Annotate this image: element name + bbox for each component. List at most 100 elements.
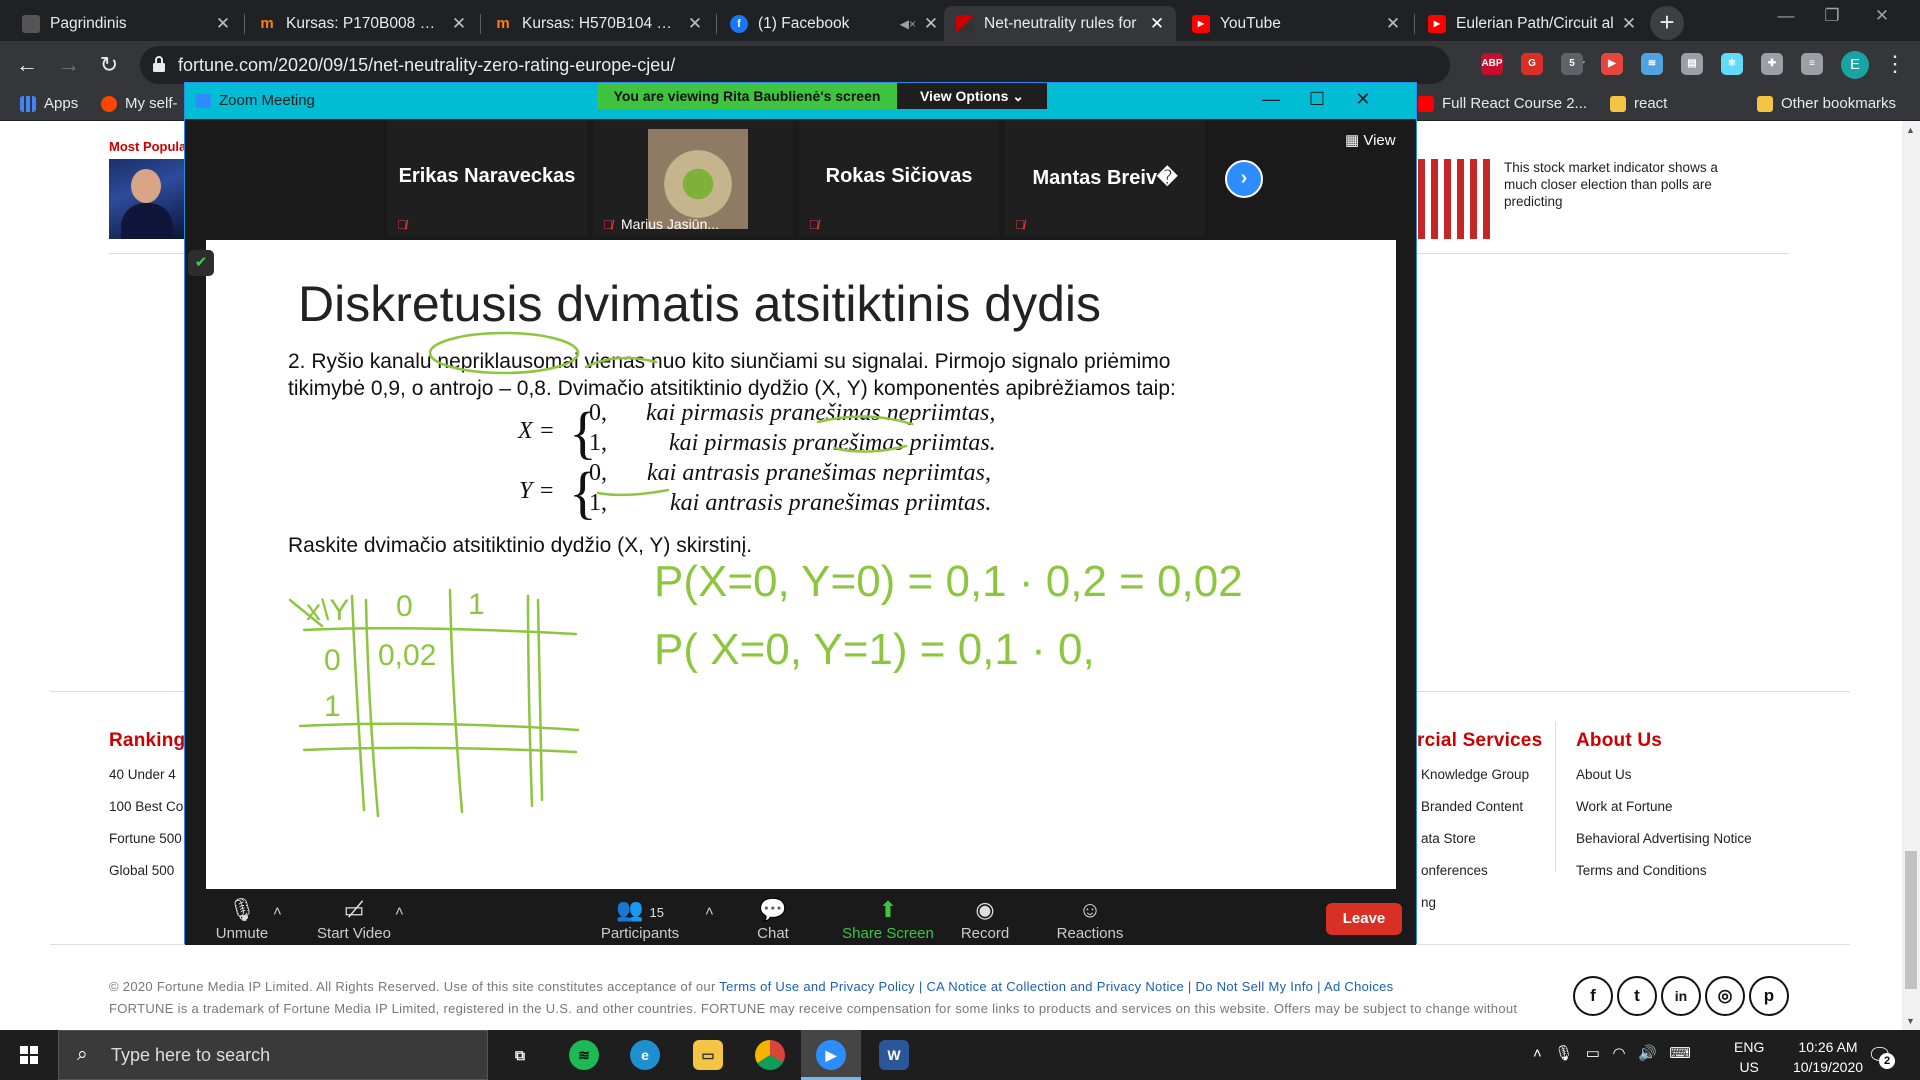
popular-article-thumbnail[interactable] [109,159,184,239]
tab-fortune-active[interactable]: Net-neutrality rules for ✕ [944,6,1176,41]
bookmark-react-course[interactable]: Full React Course 2... [1418,95,1587,112]
close-tab-icon[interactable]: ✕ [450,14,468,34]
windows-start-icon[interactable] [20,1046,38,1064]
fortune-icon [956,14,974,33]
extension-icon[interactable]: ▶ [1601,53,1623,75]
word-icon[interactable]: W [879,1040,909,1070]
trademark-text: FORTUNE is a trademark of Fortune Media … [109,1001,1518,1016]
extension-icon[interactable]: ▤ [1681,53,1703,75]
tab-facebook[interactable]: f (1) Facebook ◀× ✕ [718,6,950,41]
scroll-thumb[interactable] [1905,851,1917,989]
services-link[interactable]: onferences [1421,863,1529,895]
leave-meeting-button[interactable]: Leave [1326,903,1402,935]
participant-tile[interactable]: 🎙̸ Marius Jasiūn... [593,119,793,236]
share-screen-button[interactable]: ⬆ Share Screen [841,897,935,942]
services-link[interactable]: Branded Content [1421,799,1529,831]
linkedin-icon[interactable]: in [1661,976,1701,1016]
browser-menu-icon[interactable]: ⋮ [1884,51,1906,77]
close-tab-icon[interactable]: ✕ [1620,14,1638,34]
reload-icon[interactable]: ↻ [94,50,124,80]
about-link[interactable]: About Us [1576,767,1752,799]
services-link[interactable]: ata Store [1421,831,1529,863]
zoom-close-icon[interactable]: ✕ [1340,89,1386,110]
extension-icon[interactable]: G [1521,53,1543,75]
rankings-link[interactable]: Global 500 [109,863,183,895]
rankings-link[interactable]: 40 Under 4 [109,767,183,799]
forward-arrow-icon[interactable]: → [54,50,84,80]
minimize-icon[interactable]: — [1763,6,1809,26]
back-arrow-icon[interactable]: ← [12,50,42,80]
scroll-up-icon[interactable]: ▲ [1906,125,1915,135]
bookmark-other[interactable]: Other bookmarks [1757,95,1896,112]
close-tab-icon[interactable]: ✕ [1148,14,1166,34]
facebook-icon[interactable]: f [1573,976,1613,1016]
close-tab-icon[interactable]: ✕ [1384,14,1402,34]
tab-moodle-english[interactable]: m Kursas: H570B104 Engl ✕ [482,6,714,41]
instagram-icon[interactable]: ◎ [1705,976,1745,1016]
tab-pagrindinis[interactable]: Pagrindinis ✕ [10,6,242,41]
legal-links[interactable]: Terms of Use and Privacy Policy | CA Not… [719,979,1393,994]
new-tab-button[interactable]: + [1650,6,1684,40]
about-link[interactable]: Behavioral Advertising Notice [1576,831,1752,863]
participants-button[interactable]: 👥 15 Participants [595,897,685,942]
close-tab-icon[interactable]: ✕ [686,14,704,34]
participant-tile[interactable]: Mantas Breiv� 🎙̸ [1005,119,1205,236]
task-view-icon[interactable]: ⧉ [505,1040,535,1070]
system-tray[interactable]: ˄ 🎙 ▭ ◠ 🔊 ⌨ [1533,1044,1691,1062]
restore-icon[interactable]: ❐ [1809,6,1855,26]
close-tab-icon[interactable]: ✕ [922,14,940,34]
bookmark-apps[interactable]: Apps [20,95,78,112]
extension-icon[interactable]: ABP [1481,53,1503,75]
bookmark-react-folder[interactable]: react [1610,95,1667,112]
stock-article-link[interactable]: This stock market indicator shows a much… [1504,159,1744,210]
edge-icon[interactable]: e [630,1040,660,1070]
stock-article-thumbnail[interactable] [1418,159,1493,239]
video-options-caret-icon[interactable]: ˄ [395,903,404,920]
about-link[interactable]: Work at Fortune [1576,799,1752,831]
extension-icon[interactable]: ✚ [1761,53,1783,75]
reactions-button[interactable]: ☺ Reactions [1055,897,1125,942]
notifications-icon[interactable]: 🗨2 [1867,1043,1895,1069]
close-tab-icon[interactable]: ✕ [214,14,232,34]
extension-icon[interactable]: ⚛ [1721,53,1743,75]
file-explorer-icon[interactable]: ▭ [693,1040,723,1070]
services-link[interactable]: ng [1421,895,1529,927]
close-window-icon[interactable]: ✕ [1859,6,1905,26]
tab-moodle-discrete[interactable]: m Kursas: P170B008 Diskr ✕ [246,6,478,41]
view-options-button[interactable]: View Options ⌄ [897,83,1047,109]
page-scrollbar[interactable]: ▲ ▼ [1902,121,1920,1030]
spotify-icon[interactable]: ≋ [569,1040,599,1070]
extension-icon[interactable]: ≋ [1641,53,1663,75]
input-language[interactable]: ENG US [1734,1037,1764,1077]
gallery-view-button[interactable]: ▦ View [1345,131,1396,149]
chat-button[interactable]: 💬 Chat [751,897,795,942]
participant-tile[interactable]: Rokas Sičiovas 🎙̸ [799,119,999,236]
start-video-button[interactable]: ▭̸ Start Video [311,897,397,942]
speaker-muted-icon[interactable]: ◀× [900,17,916,31]
unmute-button[interactable]: 🎙 Unmute [211,897,273,942]
taskbar-search-box[interactable]: ⌕ Type here to search [58,1030,488,1080]
about-link[interactable]: Terms and Conditions [1576,863,1752,895]
zoom-icon[interactable]: ▶ [816,1040,846,1070]
rankings-link[interactable]: Fortune 500 [109,831,183,863]
participant-tile[interactable]: Erikas Naraveckas 🎙̸ [387,119,587,236]
audio-options-caret-icon[interactable]: ˄ [273,903,282,920]
scroll-down-icon[interactable]: ▼ [1906,1016,1915,1026]
bookmark-reddit[interactable]: My self- [101,95,178,112]
services-link[interactable]: Knowledge Group [1421,767,1529,799]
zoom-minimize-icon[interactable]: — [1248,89,1294,110]
record-button[interactable]: ◉ Record [959,897,1011,942]
profile-avatar[interactable]: E [1841,51,1869,79]
rankings-link[interactable]: 100 Best Co [109,799,183,831]
address-bar[interactable]: fortune.com/2020/09/15/net-neutrality-ze… [140,46,1587,84]
next-page-arrow-icon[interactable]: › [1225,160,1263,198]
pinterest-icon[interactable]: p [1749,976,1789,1016]
extension-icon[interactable]: ≡ [1801,53,1823,75]
twitter-icon[interactable]: t [1617,976,1657,1016]
participants-caret-icon[interactable]: ˄ [705,903,714,920]
tab-youtube-eulerian[interactable]: ▶ Eulerian Path/Circuit al ✕ [1416,6,1648,41]
chrome-icon[interactable] [755,1040,785,1070]
zoom-maximize-icon[interactable]: ☐ [1294,89,1340,110]
extension-icon[interactable]: 5 [1561,53,1583,75]
tab-youtube[interactable]: ▶ YouTube ✕ [1180,6,1412,41]
